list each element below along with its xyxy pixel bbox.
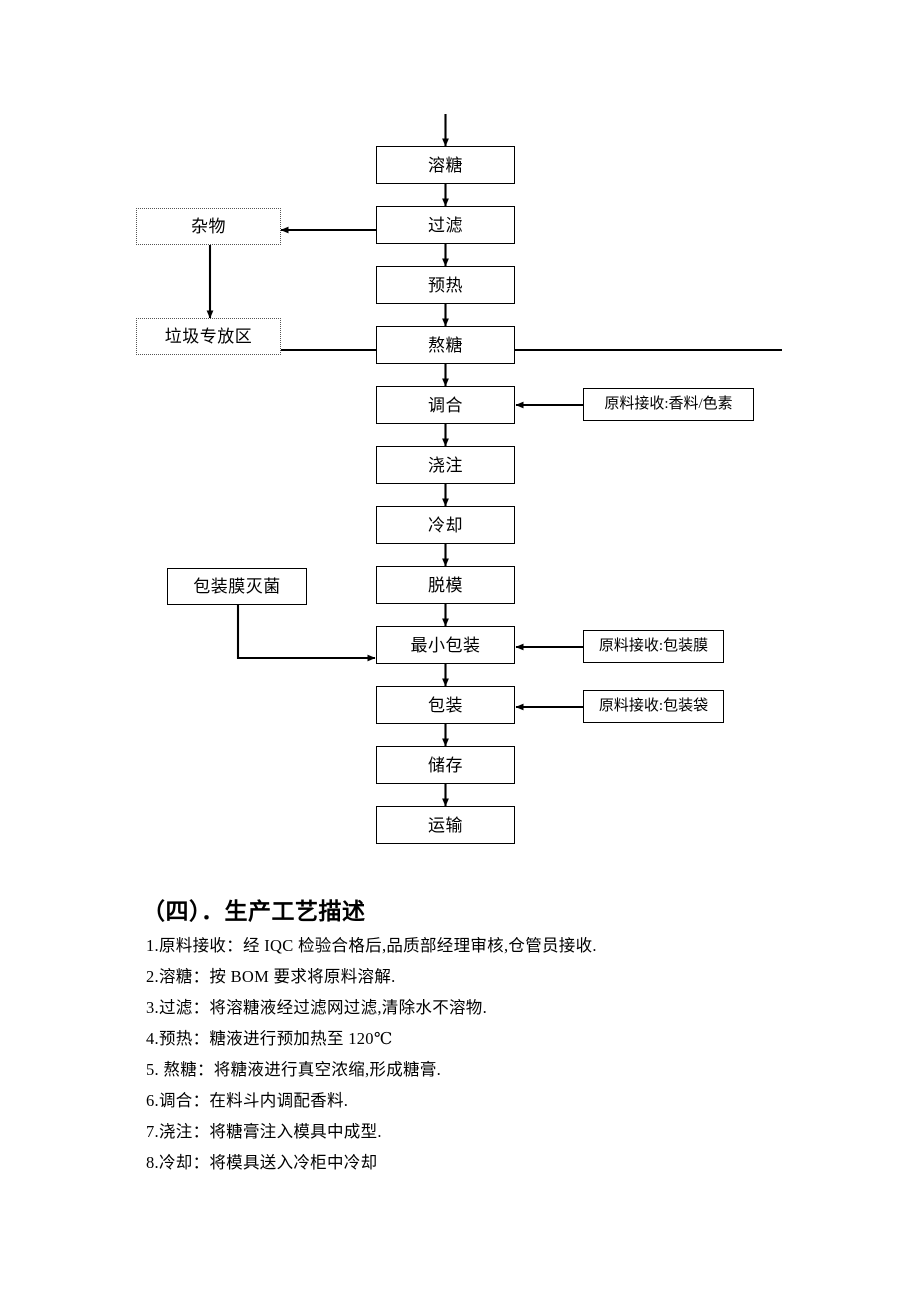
process-node-min-package[interactable]: 最小包装 — [376, 626, 515, 664]
process-node-demold[interactable]: 脱模 — [376, 566, 515, 604]
description-step-8: 8.冷却：将模具送入冷柜中冷却 — [146, 1153, 378, 1172]
section-heading: （四）．生产工艺描述 — [142, 898, 366, 924]
description-step-2: 2.溶糖：按 BOM 要求将原料溶解. — [146, 967, 396, 986]
material-input-packaging-bag[interactable]: 原料接收:包装袋 — [583, 690, 724, 723]
process-node-film-sterilization[interactable]: 包装膜灭菌 — [167, 568, 307, 605]
process-node-cool[interactable]: 冷却 — [376, 506, 515, 544]
material-input-packaging-film[interactable]: 原料接收:包装膜 — [583, 630, 724, 663]
node-label: 原料接收:包装膜 — [598, 638, 709, 654]
process-node-package[interactable]: 包装 — [376, 686, 515, 724]
process-node-pour[interactable]: 浇注 — [376, 446, 515, 484]
description-step-1: 1.原料接收：经 IQC 检验合格后,品质部经理审核,仓管员接收. — [146, 936, 597, 955]
waste-node-debris[interactable]: 杂物 — [136, 208, 281, 245]
node-label: 包装 — [428, 695, 463, 715]
node-label: 溶糖 — [428, 155, 463, 175]
node-label: 最小包装 — [410, 635, 481, 655]
document-page: 溶糖 过滤 预热 熬糖 调合 浇注 冷却 脱模 最小包装 包装 储存 运输 杂物… — [0, 0, 920, 1302]
description-step-6: 6.调合：在料斗内调配香料. — [146, 1091, 349, 1110]
node-label: 包装膜灭菌 — [193, 577, 281, 596]
node-label: 运输 — [428, 815, 463, 835]
process-node-transport[interactable]: 运输 — [376, 806, 515, 844]
node-label: 冷却 — [428, 515, 463, 535]
description-step-4: 4.预热：糖液进行预加热至 120℃ — [146, 1029, 393, 1048]
process-node-boil[interactable]: 熬糖 — [376, 326, 515, 364]
process-node-dissolve[interactable]: 溶糖 — [376, 146, 515, 184]
process-node-blend[interactable]: 调合 — [376, 386, 515, 424]
process-node-filter[interactable]: 过滤 — [376, 206, 515, 244]
node-label: 杂物 — [191, 217, 226, 236]
node-label: 浇注 — [428, 455, 463, 475]
node-label: 原料接收:香料/色素 — [604, 396, 733, 412]
node-label: 脱模 — [428, 575, 463, 595]
node-label: 储存 — [428, 755, 463, 775]
process-node-preheat[interactable]: 预热 — [376, 266, 515, 304]
node-label: 熬糖 — [428, 335, 463, 355]
production-process-flowchart: 溶糖 过滤 预热 熬糖 调合 浇注 冷却 脱模 最小包装 包装 储存 运输 杂物… — [0, 0, 920, 880]
node-label: 垃圾专放区 — [164, 327, 253, 346]
material-input-flavor-colorant[interactable]: 原料接收:香料/色素 — [583, 388, 754, 421]
process-node-storage[interactable]: 储存 — [376, 746, 515, 784]
description-step-5: 5. 熬糖：将糖液进行真空浓缩,形成糖膏. — [146, 1060, 442, 1079]
waste-node-waste-area[interactable]: 垃圾专放区 — [136, 318, 281, 355]
node-label: 调合 — [428, 395, 463, 415]
description-step-3: 3.过滤：将溶糖液经过滤网过滤,清除水不溶物. — [146, 998, 488, 1017]
node-label: 原料接收:包装袋 — [598, 698, 709, 714]
node-label: 预热 — [428, 275, 463, 295]
description-step-7: 7.浇注：将糖膏注入模具中成型. — [146, 1122, 382, 1141]
node-label: 过滤 — [428, 215, 463, 235]
